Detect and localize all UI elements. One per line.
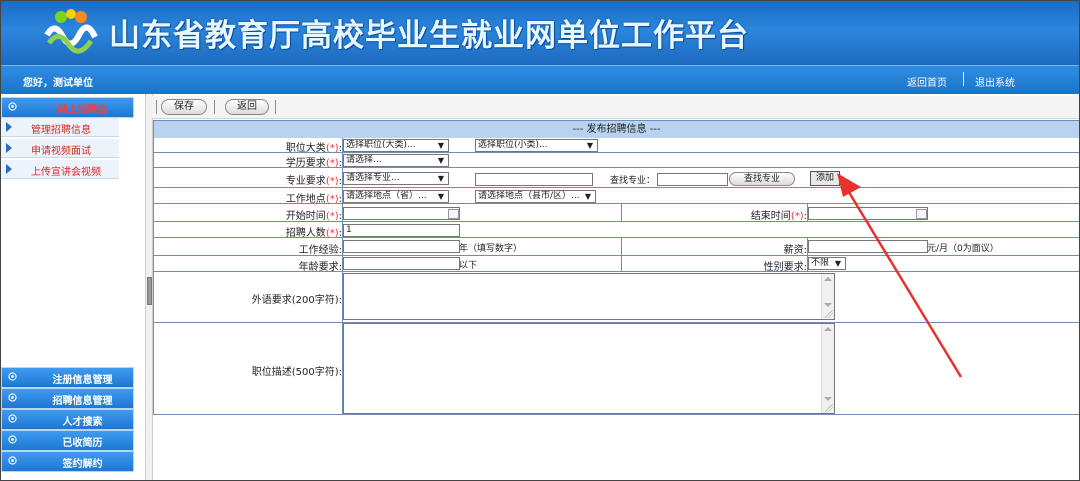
annotation-arrow-icon (837, 173, 963, 378)
app-window: 山东省教育厅高校毕业生就业网单位工作平台 您好，测试单位 返回首页 退出系统 网… (0, 0, 1080, 481)
